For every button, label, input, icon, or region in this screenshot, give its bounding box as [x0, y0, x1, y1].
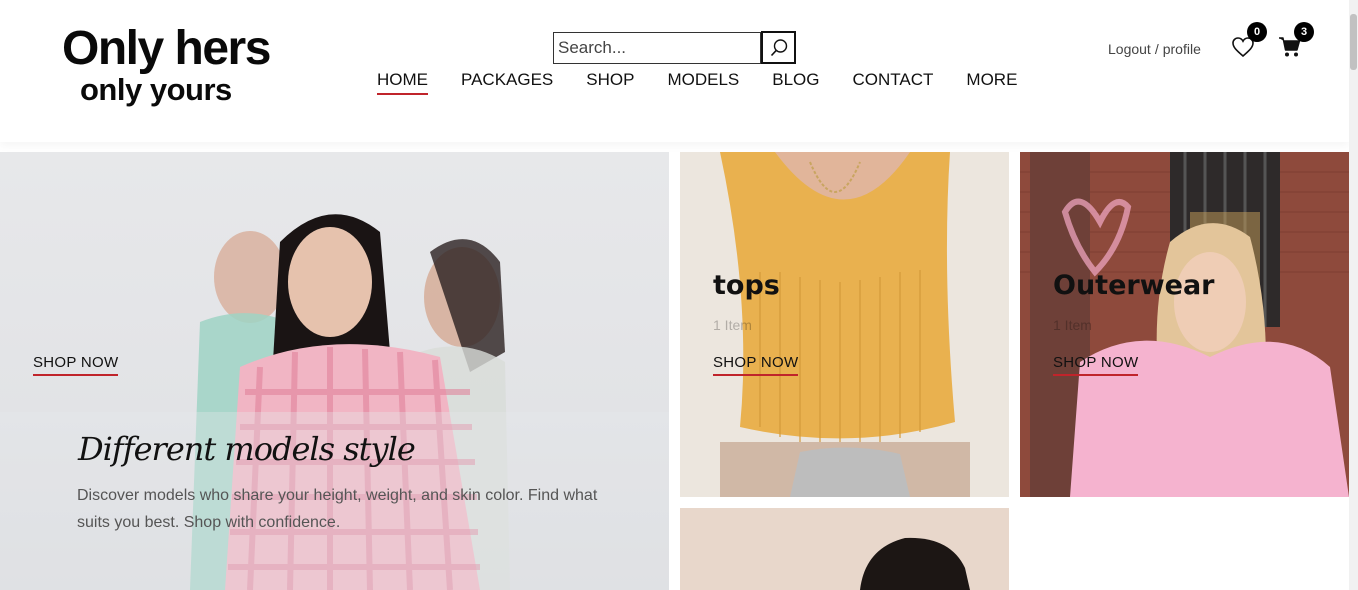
hero-banner[interactable]: Different models style Discover models w… [0, 152, 669, 590]
nav-more[interactable]: MORE [966, 70, 1017, 94]
logo-line-1: Only hers [62, 22, 271, 75]
category-tile-partial[interactable] [680, 508, 1009, 590]
nav-home[interactable]: HOME [377, 70, 428, 95]
search-button[interactable] [761, 31, 796, 64]
partial-tile-image [680, 508, 1009, 590]
category-tile-outerwear[interactable]: Outerwear 1 Item SHOP NOW [1020, 152, 1349, 497]
logo-line-2: only yours [80, 72, 232, 107]
hero-shop-now-link[interactable]: SHOP NOW [33, 354, 119, 376]
site-header: Only hers only yours HOME PACKAGES SHOP … [0, 0, 1349, 142]
tops-shop-now-link[interactable]: SHOP NOW [713, 354, 799, 376]
search-bar [553, 31, 796, 64]
nav-packages[interactable]: PACKAGES [461, 70, 553, 94]
nav-contact[interactable]: CONTACT [853, 70, 934, 94]
account-separator: / [1154, 41, 1159, 57]
category-tile-tops[interactable]: tops 1 Item SHOP NOW [680, 152, 1009, 497]
logout-link[interactable]: Logout [1108, 41, 1151, 57]
nav-blog[interactable]: BLOG [772, 70, 819, 94]
account-links: Logout / profile [1108, 41, 1201, 57]
site-logo[interactable]: Only hers only yours [62, 22, 271, 107]
outerwear-title: Outerwear [1053, 270, 1215, 301]
tops-title: tops [713, 270, 780, 301]
scrollbar-thumb[interactable] [1350, 14, 1357, 70]
cart-button[interactable]: 3 [1278, 22, 1314, 58]
nav-models[interactable]: MODELS [667, 70, 739, 94]
wishlist-button[interactable]: 0 [1231, 22, 1267, 58]
main-nav: HOME PACKAGES SHOP MODELS BLOG CONTACT M… [377, 70, 1050, 95]
outerwear-shop-now-link[interactable]: SHOP NOW [1053, 354, 1139, 376]
nav-shop[interactable]: SHOP [586, 70, 634, 94]
hero-title: Different models style [78, 430, 416, 468]
hero-description: Discover models who share your height, w… [77, 487, 598, 531]
profile-link[interactable]: profile [1163, 41, 1201, 57]
cart-count-badge: 3 [1294, 22, 1314, 42]
page-scrollbar[interactable] [1349, 0, 1358, 590]
tops-item-count: 1 Item [713, 317, 752, 333]
outerwear-item-count: 1 Item [1053, 317, 1092, 333]
search-input[interactable] [553, 32, 761, 64]
wishlist-count-badge: 0 [1247, 22, 1267, 42]
search-icon [770, 38, 787, 56]
